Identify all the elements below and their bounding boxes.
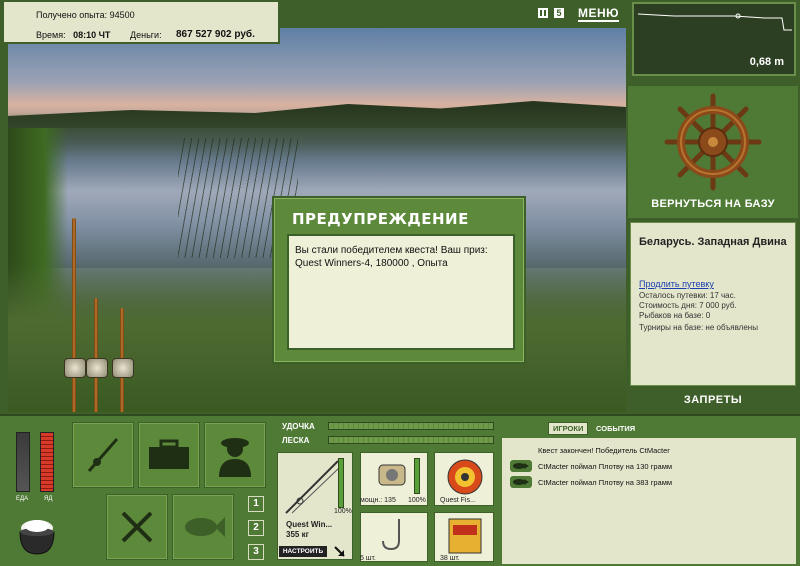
rod-tension-bar (328, 422, 494, 430)
experience-value: 94500 (109, 10, 135, 20)
food-bar (16, 432, 30, 492)
fork-knife-icon (121, 511, 153, 543)
menu-button[interactable]: МЕНЮ (578, 6, 620, 22)
bans-button[interactable]: ЗАПРЕТЫ (628, 394, 798, 406)
experience-row: Получено опыта: 94500 (36, 10, 135, 20)
warning-dialog: ПРЕДУПРЕЖДЕНИЕ Вы стали победителем квес… (272, 196, 526, 364)
rod-name: Quest Win... (286, 520, 333, 529)
player-info-panel: Получено опыта: 94500 Время: 08:10 ЧТ Де… (0, 0, 280, 44)
fisherman-icon (219, 438, 251, 477)
dialog-title: ПРЕДУПРЕЖДЕНИЕ (292, 210, 469, 228)
location-name: Беларусь. Западная Двина (639, 236, 787, 248)
bait-count: 38 шт. (440, 555, 460, 562)
food-label: ЕДА (16, 496, 29, 502)
line-status-label: ЛЕСКА (282, 436, 310, 445)
event-item: CtMacter поймал Плотву на 383 грамм (538, 478, 673, 487)
page-button-1[interactable]: 1 (248, 496, 264, 512)
page-button-3[interactable]: 3 (248, 544, 264, 560)
hooks-count: 5 шт. (360, 555, 376, 562)
event-item: CtMacter поймал Плотву на 130 грамм (538, 462, 673, 471)
ship-wheel-icon (664, 93, 762, 191)
cauldron-icon[interactable] (14, 514, 60, 558)
permit-remaining: Осталось путевки: 17 час. (639, 291, 736, 300)
rod-condition: 100% (334, 508, 352, 515)
fishing-line-spool-icon (447, 459, 483, 495)
tournaments-status: Турниры на базе: не объявлены (639, 323, 758, 332)
rod-condition-bar (338, 458, 344, 508)
reel-condition-bar (414, 458, 420, 494)
time-value: 08:10 ЧТ (73, 30, 111, 40)
events-panel: ИГРОКИ СОБЫТИЯ Квест закончен! Победител… (502, 420, 796, 564)
energy-fill (41, 433, 53, 491)
event-item: Квест закончен! Победитель CtMacter (538, 446, 670, 455)
energy-label: ЯД (44, 496, 53, 502)
rods-tile[interactable] (72, 422, 134, 488)
food-tile[interactable] (106, 494, 168, 560)
time-label: Время: (36, 30, 66, 40)
reel-condition: 100% (408, 497, 426, 504)
line-tension-bar (328, 436, 494, 444)
depth-value: 0,68 m (749, 56, 784, 68)
depth-gauge: 0,68 m (632, 2, 796, 76)
bait-pack-icon (448, 518, 482, 554)
fish-icon (185, 517, 225, 537)
time-row: Время: 08:10 ЧТ (36, 30, 110, 40)
money-value: 867 527 902 руб. (176, 29, 255, 40)
reel-icon (378, 464, 406, 486)
tab-players[interactable]: ИГРОКИ (548, 422, 589, 435)
reel-2 (86, 358, 108, 378)
energy-bar (40, 432, 54, 492)
money-label: Деньги: (130, 30, 162, 40)
rod-icon (285, 460, 341, 514)
pause-button[interactable] (538, 8, 548, 18)
hook-icon (382, 519, 400, 551)
tackle-box-tile[interactable] (138, 422, 200, 488)
fish-tile[interactable] (172, 494, 234, 560)
dialog-message: Вы стали победителем квеста! Ваш приз: Q… (287, 234, 515, 350)
reel-3 (112, 358, 134, 378)
location-panel: Беларусь. Западная Двина Продлить путевк… (630, 222, 796, 386)
arrow-down-right-icon[interactable] (334, 546, 346, 558)
setup-button[interactable]: НАСТРОИТЬ (279, 546, 327, 557)
tab-events[interactable]: СОБЫТИЯ (596, 424, 635, 433)
line-name: Quest Fis... (440, 497, 476, 504)
fishing-rod-1[interactable] (72, 218, 76, 412)
return-to-base-button[interactable]: ВЕРНУТЬСЯ НА БАЗУ (628, 198, 798, 210)
sound-button[interactable]: 5 (554, 8, 564, 18)
food-fill (17, 433, 29, 491)
fish-icon (510, 476, 532, 488)
reel-power: мощн.: 135 (360, 497, 396, 504)
experience-label: Получено опыта: (36, 10, 108, 20)
fish-icon (510, 460, 532, 472)
fishing-rod-2[interactable] (94, 298, 98, 412)
reel-1 (64, 358, 86, 378)
tackle-box-icon (149, 439, 189, 469)
far-shore (8, 101, 626, 128)
anglers-at-base: Рыбаков на базе: 0 (639, 311, 711, 320)
extend-permit-link[interactable]: Продлить путевку (639, 279, 714, 289)
rod-weight: 355 кг (286, 530, 309, 539)
fishing-rod-icon (87, 438, 119, 472)
rod-status-label: УДОЧКА (282, 422, 315, 431)
page-button-2[interactable]: 2 (248, 520, 264, 536)
day-cost: Стоимость дня: 7 000 руб. (639, 301, 737, 310)
fisherman-tile[interactable] (204, 422, 266, 488)
events-list: Квест закончен! Победитель CtMacter CtMa… (502, 438, 796, 564)
